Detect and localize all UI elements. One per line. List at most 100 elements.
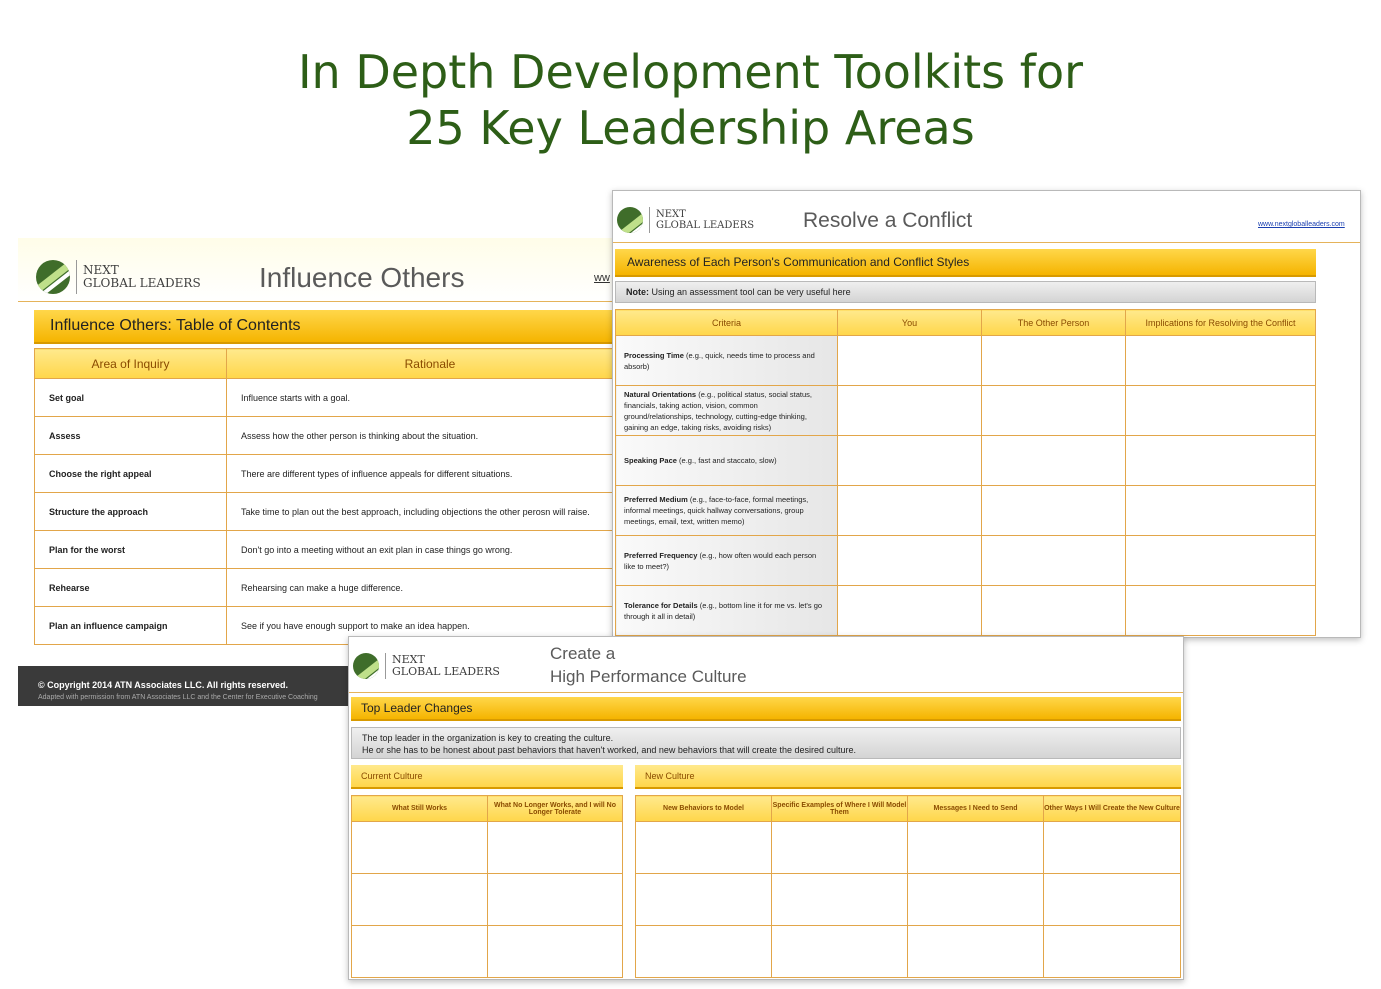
table-cell[interactable] xyxy=(487,821,623,874)
note-text: Using an assessment tool can be very use… xyxy=(649,287,851,297)
current-culture-label: Current Culture xyxy=(361,771,423,781)
implications-cell[interactable] xyxy=(1125,385,1316,436)
other-person-cell[interactable] xyxy=(981,585,1126,636)
note-line-1: The top leader in the organization is ke… xyxy=(362,733,614,743)
table-cell[interactable] xyxy=(1043,821,1181,874)
table-cell[interactable] xyxy=(351,821,488,874)
table-cell[interactable] xyxy=(907,925,1044,978)
table-cell[interactable] xyxy=(635,873,772,926)
conflict-table: Criteria You The Other Person Implicatio… xyxy=(615,309,1316,636)
table-cell[interactable] xyxy=(771,925,908,978)
table-cell[interactable] xyxy=(1043,873,1181,926)
website-link[interactable]: www.nextgloballeaders.com xyxy=(1258,221,1345,228)
globe-logo-icon xyxy=(353,653,379,679)
influence-table: Area of Inquiry Rationale Set goal Influ… xyxy=(34,348,618,645)
copyright-text: © Copyright 2014 ATN Associates LLC. All… xyxy=(38,680,289,690)
table-cell[interactable] xyxy=(1043,925,1181,978)
title-line-1: Create a xyxy=(550,644,616,663)
table-row: Processing Time (e.g., quick, needs time… xyxy=(615,335,1316,386)
table-row xyxy=(635,925,1181,978)
brand-logo: NEXT GLOBAL LEADERS xyxy=(353,653,500,679)
brand-line-2: GLOBAL LEADERS xyxy=(83,276,201,290)
table-cell[interactable] xyxy=(635,821,772,874)
website-link[interactable]: ww xyxy=(594,272,610,284)
rationale-cell: Take time to plan out the best approach,… xyxy=(226,492,618,531)
area-cell: Choose the right appeal xyxy=(34,454,227,493)
you-cell[interactable] xyxy=(837,485,982,536)
area-cell: Plan an influence campaign xyxy=(34,606,227,645)
table-row xyxy=(351,873,623,926)
table-row: Preferred Frequency (e.g., how often wou… xyxy=(615,535,1316,586)
rationale-cell: There are different types of influence a… xyxy=(226,454,618,493)
column-header-what-still-works: What Still Works xyxy=(351,795,488,822)
table-row: Structure the approach Take time to plan… xyxy=(34,492,618,531)
column-header-other-person: The Other Person xyxy=(981,309,1126,336)
brand-logo: NEXT GLOBAL LEADERS xyxy=(617,207,754,233)
adapted-text: Adapted with permission from ATN Associa… xyxy=(38,694,318,701)
implications-cell[interactable] xyxy=(1125,535,1316,586)
table-row: Set goal Influence starts with a goal. xyxy=(34,378,618,417)
section-title: Top Leader Changes xyxy=(361,701,473,715)
implications-cell[interactable] xyxy=(1125,435,1316,486)
other-person-cell[interactable] xyxy=(981,335,1126,386)
high-performance-culture-document: NEXT GLOBAL LEADERS Create a High Perfor… xyxy=(348,636,1184,980)
implications-cell[interactable] xyxy=(1125,485,1316,536)
area-cell: Rehearse xyxy=(34,568,227,607)
table-cell[interactable] xyxy=(907,821,1044,874)
table-cell[interactable] xyxy=(907,873,1044,926)
table-row: Rehearse Rehearsing can make a huge diff… xyxy=(34,568,618,607)
other-person-cell[interactable] xyxy=(981,385,1126,436)
criteria-cell: Tolerance for Details (e.g., bottom line… xyxy=(615,585,838,636)
rationale-cell: Influence starts with a goal. xyxy=(226,378,618,417)
brand-line-2: GLOBAL LEADERS xyxy=(656,220,755,231)
column-header-implications: Implications for Resolving the Conflict xyxy=(1125,309,1316,336)
table-cell[interactable] xyxy=(351,873,488,926)
globe-logo-icon xyxy=(36,260,70,294)
note-line-2: He or she has to be honest about past be… xyxy=(362,745,857,755)
table-row xyxy=(351,925,623,978)
area-cell: Plan for the worst xyxy=(34,530,227,569)
current-culture-bar: Current Culture xyxy=(351,765,623,789)
table-cell[interactable] xyxy=(771,873,908,926)
criteria-cell: Speaking Pace (e.g., fast and staccato, … xyxy=(615,435,838,486)
you-cell[interactable] xyxy=(837,335,982,386)
other-person-cell[interactable] xyxy=(981,485,1126,536)
you-cell[interactable] xyxy=(837,435,982,486)
area-cell: Structure the approach xyxy=(34,492,227,531)
headline-line-1: In Depth Development Toolkits for xyxy=(297,45,1083,99)
criteria-cell: Preferred Frequency (e.g., how often wou… xyxy=(615,535,838,586)
column-header-messages: Messages I Need to Send xyxy=(907,795,1044,822)
you-cell[interactable] xyxy=(837,585,982,636)
other-person-cell[interactable] xyxy=(981,435,1126,486)
table-cell[interactable] xyxy=(351,925,488,978)
resolve-conflict-document: NEXT GLOBAL LEADERS Resolve a Conflict w… xyxy=(612,190,1361,638)
table-row: Plan for the worst Don't go into a meeti… xyxy=(34,530,618,569)
headline-line-2: 25 Key Leadership Areas xyxy=(406,101,975,155)
brand-logo: NEXT GLOBAL LEADERS xyxy=(36,260,201,294)
implications-cell[interactable] xyxy=(1125,585,1316,636)
table-cell[interactable] xyxy=(635,925,772,978)
column-header-criteria: Criteria xyxy=(615,309,838,336)
table-row: Speaking Pace (e.g., fast and staccato, … xyxy=(615,435,1316,486)
current-culture-table: What Still Works What No Longer Works, a… xyxy=(351,795,623,978)
table-row xyxy=(635,873,1181,926)
you-cell[interactable] xyxy=(837,535,982,586)
other-person-cell[interactable] xyxy=(981,535,1126,586)
criteria-cell: Processing Time (e.g., quick, needs time… xyxy=(615,335,838,386)
note-bar: The top leader in the organization is ke… xyxy=(351,727,1181,759)
document-title: Create a High Performance Culture xyxy=(550,642,747,688)
you-cell[interactable] xyxy=(837,385,982,436)
implications-cell[interactable] xyxy=(1125,335,1316,386)
brand-line-2: GLOBAL LEADERS xyxy=(392,665,500,678)
table-cell[interactable] xyxy=(771,821,908,874)
table-cell[interactable] xyxy=(487,873,623,926)
area-cell: Assess xyxy=(34,416,227,455)
table-row: Choose the right appeal There are differ… xyxy=(34,454,618,493)
document-title: Resolve a Conflict xyxy=(803,209,973,232)
section-title-bar: Awareness of Each Person's Communication… xyxy=(615,249,1316,277)
column-header-other-ways: Other Ways I Will Create the New Culture xyxy=(1043,795,1181,822)
criteria-cell: Natural Orientations (e.g., political st… xyxy=(615,385,838,436)
column-header-no-longer-works: What No Longer Works, and I will No Long… xyxy=(487,795,623,822)
table-cell[interactable] xyxy=(487,925,623,978)
section-title-bar: Influence Others: Table of Contents xyxy=(34,310,618,344)
